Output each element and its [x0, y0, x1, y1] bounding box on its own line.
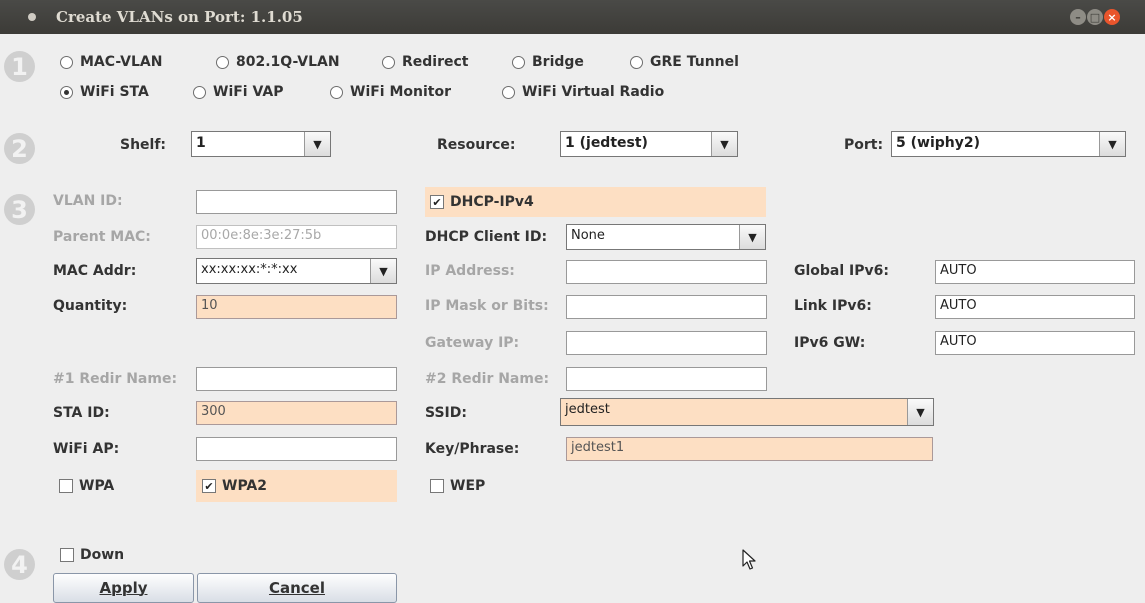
window-title: Create VLANs on Port: 1.1.05 — [56, 8, 303, 26]
radio-circle — [60, 55, 73, 69]
radio-bridge[interactable]: Bridge — [512, 54, 584, 70]
radio-circle-selected — [60, 85, 73, 99]
radio-wifi-virtual-radio[interactable]: WiFi Virtual Radio — [502, 84, 664, 100]
wpa2-checkbox[interactable]: ✔ WPA2 — [202, 478, 267, 494]
mouse-cursor-icon — [742, 549, 756, 570]
ip-mask-input[interactable] — [566, 295, 767, 319]
shelf-select[interactable]: 1 ▼ — [191, 131, 331, 157]
radio-circle — [630, 55, 643, 69]
link-ipv6-input[interactable]: AUTO — [935, 295, 1135, 319]
create-vlans-dialog: Create VLANs on Port: 1.1.05 – □ × 1 2 3… — [0, 0, 1145, 603]
quantity-input[interactable]: 10 — [196, 295, 397, 319]
mac-addr-select[interactable]: xx:xx:xx:*:*:xx ▼ — [196, 258, 397, 284]
mac-addr-label: MAC Addr: — [53, 263, 137, 279]
wifi-ap-input[interactable] — [196, 437, 397, 461]
port-select[interactable]: 5 (wiphy2) ▼ — [891, 131, 1126, 157]
redir1-name-input[interactable] — [196, 367, 397, 391]
cancel-button[interactable]: Cancel — [197, 573, 397, 603]
link-ipv6-label: Link IPv6: — [794, 298, 872, 314]
chevron-down-icon[interactable]: ▼ — [711, 132, 737, 156]
wep-checkbox[interactable]: WEP — [430, 478, 485, 494]
gateway-ip-input[interactable] — [566, 331, 767, 355]
checkbox-box — [430, 479, 444, 493]
dhcp-client-id-label: DHCP Client ID: — [425, 229, 548, 245]
checkmark-icon: ✔ — [202, 479, 216, 493]
vlan-id-label: VLAN ID: — [53, 193, 123, 209]
radio-wifi-sta[interactable]: WiFi STA — [60, 84, 149, 100]
ip-address-label: IP Address: — [425, 263, 515, 279]
chevron-down-icon[interactable]: ▼ — [1099, 132, 1125, 156]
ssid-select[interactable]: jedtest ▼ — [560, 398, 934, 426]
ip-address-input[interactable] — [566, 260, 767, 284]
dhcp-client-id-select[interactable]: None ▼ — [566, 224, 766, 250]
key-phrase-input[interactable]: jedtest1 — [566, 437, 933, 461]
step-2-badge: 2 — [4, 133, 35, 164]
chevron-down-icon[interactable]: ▼ — [739, 225, 765, 249]
radio-redirect[interactable]: Redirect — [382, 54, 469, 70]
radio-circle — [502, 85, 515, 99]
ssid-label: SSID: — [425, 405, 467, 421]
dhcp-ipv4-checkbox[interactable]: ✔ DHCP-IPv4 — [430, 194, 534, 210]
radio-circle — [382, 55, 395, 69]
redir2-name-label: #2 Redir Name: — [425, 371, 550, 387]
chevron-down-icon[interactable]: ▼ — [370, 259, 396, 283]
parent-mac-input[interactable]: 00:0e:8e:3e:27:5b — [196, 225, 397, 249]
vlan-id-input[interactable] — [196, 190, 397, 214]
gateway-ip-label: Gateway IP: — [425, 335, 520, 351]
ip-mask-label: IP Mask or Bits: — [425, 298, 549, 314]
radio-mac-vlan[interactable]: MAC-VLAN — [60, 54, 162, 70]
down-checkbox[interactable]: Down — [60, 547, 124, 563]
key-phrase-label: Key/Phrase: — [425, 441, 520, 457]
ipv6-gw-input[interactable]: AUTO — [935, 331, 1135, 355]
sta-id-label: STA ID: — [53, 405, 110, 421]
step-3-badge: 3 — [4, 194, 35, 225]
title-bar: Create VLANs on Port: 1.1.05 – □ × — [0, 0, 1145, 34]
redir1-name-label: #1 Redir Name: — [53, 371, 178, 387]
radio-circle — [330, 85, 343, 99]
checkmark-icon: ✔ — [430, 195, 444, 209]
radio-circle — [216, 55, 229, 69]
ipv6-gw-label: IPv6 GW: — [794, 335, 866, 351]
checkbox-box — [59, 479, 73, 493]
resource-label: Resource: — [437, 137, 516, 153]
global-ipv6-label: Global IPv6: — [794, 263, 889, 279]
close-icon[interactable]: × — [1104, 9, 1120, 25]
maximize-icon[interactable]: □ — [1087, 9, 1103, 25]
apply-button[interactable]: Apply — [53, 573, 194, 603]
sta-id-input[interactable]: 300 — [196, 401, 397, 425]
shelf-label: Shelf: — [120, 137, 167, 153]
quantity-label: Quantity: — [53, 298, 128, 314]
chevron-down-icon[interactable]: ▼ — [304, 132, 330, 156]
wpa-checkbox[interactable]: WPA — [59, 478, 114, 494]
radio-circle — [512, 55, 525, 69]
step-1-badge: 1 — [4, 51, 35, 82]
global-ipv6-input[interactable]: AUTO — [935, 260, 1135, 284]
radio-wifi-vap[interactable]: WiFi VAP — [193, 84, 283, 100]
minimize-icon[interactable]: – — [1070, 9, 1086, 25]
port-label: Port: — [844, 137, 884, 153]
chevron-down-icon[interactable]: ▼ — [907, 399, 933, 425]
radio-8021q-vlan[interactable]: 802.1Q-VLAN — [216, 54, 340, 70]
radio-circle — [193, 85, 206, 99]
parent-mac-label: Parent MAC: — [53, 229, 151, 245]
checkbox-box — [60, 548, 74, 562]
resource-select[interactable]: 1 (jedtest) ▼ — [560, 131, 738, 157]
radio-gre-tunnel[interactable]: GRE Tunnel — [630, 54, 739, 70]
window-menu-icon[interactable] — [28, 13, 36, 21]
step-4-badge: 4 — [4, 549, 35, 580]
wifi-ap-label: WiFi AP: — [53, 441, 120, 457]
redir2-name-input[interactable] — [566, 367, 767, 391]
radio-wifi-monitor[interactable]: WiFi Monitor — [330, 84, 451, 100]
